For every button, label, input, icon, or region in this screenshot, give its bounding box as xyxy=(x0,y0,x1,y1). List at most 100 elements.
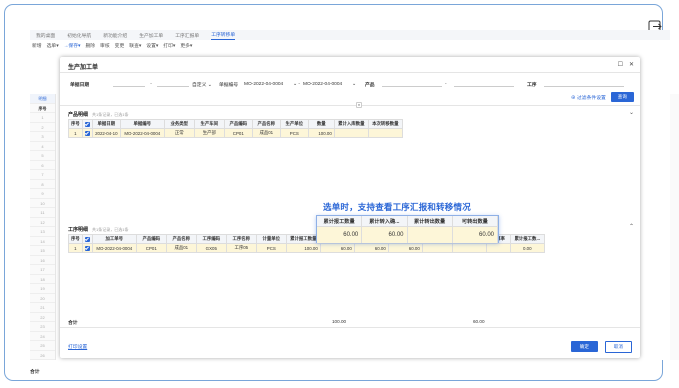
bg-row-num: 22 xyxy=(30,313,55,322)
col-header[interactable]: 产品名称 xyxy=(251,119,281,129)
col-header[interactable]: 数量 xyxy=(307,119,335,129)
process-section-title: 工序明细 共1条记录，已选1条 xyxy=(68,226,128,233)
ok-button[interactable]: 确定 xyxy=(570,341,598,352)
bg-row-num: 21 xyxy=(30,303,55,313)
cell xyxy=(421,243,453,253)
toolbar-item-2[interactable]: →保存▾ xyxy=(64,42,81,49)
no-to-field[interactable]: MO-2022-04-0004 xyxy=(303,82,349,87)
process-row[interactable]: 1 MO-2022-04-0004 CP01 成品01 GX05 工序05 PCS 100.0… xyxy=(68,243,545,253)
bg-row-num: 18 xyxy=(30,275,55,284)
product-section-label: 产品明细 xyxy=(68,112,89,118)
callout-value xyxy=(408,227,453,243)
col-header[interactable]: 加工单号 xyxy=(91,234,137,244)
close-icon[interactable]: ✕ xyxy=(629,61,634,68)
chevron-down-icon[interactable]: ⌄ xyxy=(629,109,634,116)
cell xyxy=(81,128,93,138)
product-table: 序号 单据日期 单据编号 业务类型 生产车间 产品编码 产品名称 生产单位 数量 累计入库数量 本次… xyxy=(68,119,403,138)
col-header[interactable]: 序号 xyxy=(68,119,83,129)
process-total-out: 60.00 xyxy=(473,319,485,324)
product-from-field[interactable] xyxy=(381,81,442,87)
date-from-field[interactable] xyxy=(113,81,145,87)
tab-4[interactable]: 工序汇报单 xyxy=(175,32,199,39)
tab-1[interactable]: 初始化导航 xyxy=(67,32,91,39)
tab-3[interactable]: 生产加工单 xyxy=(139,32,163,39)
toolbar-item-9[interactable]: 更多▾ xyxy=(180,42,192,49)
product-to-field[interactable] xyxy=(453,81,514,87)
process-section-label: 工序明细 xyxy=(68,227,89,233)
dialog-title: 生产加工单 xyxy=(68,65,99,71)
bg-total-label: 合计 xyxy=(30,370,40,375)
col-header[interactable]: 单据日期 xyxy=(91,119,121,129)
date-to-field[interactable] xyxy=(157,81,189,87)
col-header[interactable]: 产品编码 xyxy=(223,119,253,129)
toolbar-item-5[interactable]: 变更 xyxy=(115,42,125,49)
cell: PCS xyxy=(279,128,309,138)
bg-row-num: 3 xyxy=(30,132,55,142)
toolbar-item-8[interactable]: 打印▾ xyxy=(163,42,175,49)
select-all-checkbox[interactable] xyxy=(84,236,90,242)
col-header[interactable]: 单据编号 xyxy=(119,119,165,129)
cancel-button[interactable]: 取消 xyxy=(604,341,632,353)
bg-row-num: 26 xyxy=(30,351,55,360)
chevron-down-icon[interactable]: ⌄ xyxy=(352,82,362,87)
row-checkbox[interactable] xyxy=(84,130,90,136)
tab-bar: 我的桌面 初始化导航 新功能介绍 生产加工单 工序汇报单 工序转移单 xyxy=(30,30,670,40)
process-total-qty: 100.00 xyxy=(332,319,347,324)
col-header[interactable]: 产品名称 xyxy=(165,234,197,244)
filter-settings-link[interactable]: ⊕ 过滤条件设置 xyxy=(571,94,606,101)
process-field[interactable] xyxy=(543,81,624,87)
background-grid-right xyxy=(670,94,679,360)
col-header[interactable] xyxy=(81,119,93,129)
col-header[interactable]: 累计入库数量 xyxy=(333,119,369,129)
col-header[interactable]: 本次转移数量 xyxy=(367,119,403,129)
cell: 60.00 xyxy=(387,243,423,253)
product-row[interactable]: 1 2022-04-10 MO-2022-04-0004 正常 生产部 CP01 成品01 P… xyxy=(68,128,403,138)
col-header[interactable]: 业务类型 xyxy=(163,119,195,129)
bg-row-num: 12 xyxy=(30,218,55,227)
cell: 1 xyxy=(68,128,83,138)
col-header[interactable]: 生产单位 xyxy=(279,119,309,129)
toolbar-item-3[interactable]: 删除 xyxy=(85,42,95,49)
maximize-icon[interactable]: ☐ xyxy=(618,61,623,68)
tab-5[interactable]: 工序转移单 xyxy=(211,31,236,40)
no-sep: ⌄ - xyxy=(293,81,300,87)
date-sep: - xyxy=(150,81,152,87)
date-label: 单据日期 xyxy=(70,82,90,88)
select-all-checkbox[interactable] xyxy=(84,121,90,127)
bg-row-num: 1 xyxy=(30,113,55,123)
toolbar-item-7[interactable]: 设置▾ xyxy=(146,42,158,49)
collapse-handle[interactable]: ▾ xyxy=(356,102,362,108)
cell: CP01 xyxy=(223,128,253,138)
print-settings-link[interactable]: 打印设置 xyxy=(68,343,87,350)
bg-seq-header: 序号 xyxy=(30,104,55,113)
custom-select[interactable]: 自定义 ⌄ xyxy=(192,81,216,88)
callout-header: 累计转入确... xyxy=(362,216,408,226)
col-header[interactable]: 累计报工数... xyxy=(509,234,545,244)
col-header[interactable]: 工序编码 xyxy=(195,234,227,244)
col-header[interactable]: 工序名称 xyxy=(225,234,257,244)
bg-row-num: 4 xyxy=(30,142,55,151)
no-from-field[interactable]: MO-2022-04-0004 xyxy=(244,82,290,87)
cell: MO-2022-04-0004 xyxy=(119,128,165,138)
tab-0[interactable]: 我的桌面 xyxy=(36,32,55,39)
col-header[interactable] xyxy=(81,234,93,244)
toolbar-item-4[interactable]: 审核 xyxy=(100,42,110,49)
toolbar-item-1[interactable]: 选单▾ xyxy=(47,42,59,49)
custom-label: 自定义 xyxy=(192,82,207,88)
cell: 0.00 xyxy=(509,243,545,253)
product-label: 产品 xyxy=(364,82,375,88)
col-header[interactable]: 产品编码 xyxy=(135,234,167,244)
cell xyxy=(451,243,487,253)
toolbar-item-0[interactable]: 新增 xyxy=(32,42,42,49)
col-header[interactable]: 生产车间 xyxy=(193,119,225,129)
row-checkbox[interactable] xyxy=(84,245,90,251)
tab-2[interactable]: 新功能介绍 xyxy=(103,32,127,39)
query-button[interactable]: 查询 xyxy=(610,92,634,102)
callout-value: 60.00 xyxy=(453,227,498,243)
bg-row-num: 5 xyxy=(30,151,55,161)
bg-tab-detail[interactable]: 明细 xyxy=(30,94,55,104)
chevron-up-icon[interactable]: ⌃ xyxy=(629,223,634,230)
col-header[interactable]: 计量单位 xyxy=(255,234,287,244)
col-header[interactable]: 序号 xyxy=(68,234,83,244)
toolbar-item-6[interactable]: 联查▾ xyxy=(129,42,141,49)
